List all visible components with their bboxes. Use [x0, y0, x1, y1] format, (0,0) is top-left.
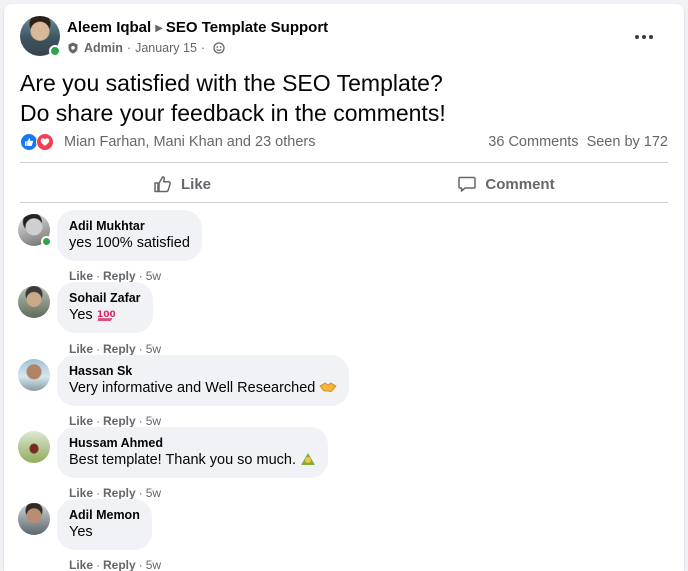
comment-like-link[interactable]: Like — [69, 558, 93, 571]
like-button-label: Like — [180, 175, 211, 193]
comment-bubble: Hassan Sk Very informative and Well Rese… — [57, 355, 350, 406]
author-role: Admin — [84, 41, 123, 55]
comment-like-link[interactable]: Like — [69, 486, 93, 500]
post-title-line: Aleem Iqbal ▶ SEO Template Support — [67, 19, 328, 36]
caret-right-icon: ▶ — [155, 23, 163, 34]
commenter-avatar[interactable] — [18, 359, 50, 391]
comment-actions: Like · Reply · 5w — [69, 269, 162, 283]
handshake-emoji — [319, 382, 337, 393]
comment-actions: Like · Reply · 5w — [69, 342, 162, 356]
commenter-avatar[interactable] — [18, 431, 50, 463]
commenter-name[interactable]: Hassan Sk — [69, 363, 337, 379]
commenter-name[interactable]: Adil Memon — [69, 507, 140, 523]
reactors-text[interactable]: Mian Farhan, Mani Khan and 23 others — [64, 134, 315, 150]
comment-text: Yes 100 — [69, 307, 115, 323]
comment-actions: Like · Reply · 5w — [69, 558, 162, 571]
commenter-name[interactable]: Hussam Ahmed — [69, 435, 316, 451]
online-status-icon — [41, 236, 52, 247]
comment-bubble: Hussam Ahmed Best template! Thank you so… — [57, 427, 329, 478]
love-reaction-icon — [36, 133, 54, 151]
comment-text: Very informative and Well Researched — [69, 379, 337, 398]
post-header: Aleem Iqbal ▶ SEO Template Support Admin ·… — [20, 16, 668, 58]
comment-time[interactable]: 5w — [146, 558, 161, 571]
comment-actions: Like · Reply · 5w — [69, 486, 162, 500]
comment-bubble: Adil Memon Yes — [57, 499, 152, 550]
like-button[interactable]: Like — [20, 164, 344, 204]
commenter-avatar[interactable] — [18, 214, 52, 247]
comment-reply-link[interactable]: Reply — [103, 342, 136, 356]
post-message-line: Are you satisfied with the SEO Template? — [20, 70, 443, 96]
commenter-avatar[interactable] — [18, 503, 50, 535]
post-message: Are you satisfied with the SEO Template?… — [20, 68, 660, 128]
reaction-icons[interactable] — [20, 133, 60, 151]
comment-reply-link[interactable]: Reply — [103, 558, 136, 571]
comment-reply-link[interactable]: Reply — [103, 414, 136, 428]
comment-like-link[interactable]: Like — [69, 342, 93, 356]
comment-time[interactable]: 5w — [146, 414, 161, 428]
commenter-name[interactable]: Adil Mukhtar — [69, 218, 190, 234]
hugging-emoji — [301, 453, 316, 465]
meta-separator: · — [200, 41, 206, 55]
divider — [20, 202, 668, 203]
comment-actions: Like · Reply · 5w — [69, 414, 162, 428]
comment-text: Best template! Thank you so much. — [69, 451, 316, 470]
divider — [20, 162, 668, 163]
reactions-summary: Mian Farhan, Mani Khan and 23 others 36 … — [20, 131, 668, 153]
comment-bubble: Adil Mukhtar yes 100% satisfied — [57, 210, 202, 261]
comment-bubble: Sohail Zafar Yes 100 — [57, 282, 153, 333]
comment-button-label: Comment — [485, 175, 555, 193]
comment-button[interactable]: Comment — [344, 164, 668, 204]
privacy-group-icon[interactable] — [213, 42, 225, 54]
post-card: Aleem Iqbal ▶ SEO Template Support Admin ·… — [4, 4, 684, 571]
hundred-points-emoji: 100 — [97, 310, 115, 321]
group-name[interactable]: SEO Template Support — [166, 19, 328, 36]
comment-time[interactable]: 5w — [146, 269, 161, 283]
comment-reply-link[interactable]: Reply — [103, 269, 136, 283]
comment-like-link[interactable]: Like — [69, 269, 93, 283]
like-icon — [154, 176, 171, 193]
post-date[interactable]: January 15 — [135, 41, 197, 55]
comment-text: Yes — [69, 524, 93, 540]
meta-separator: · — [126, 41, 132, 55]
commenter-avatar[interactable] — [18, 286, 50, 318]
comment-time[interactable]: 5w — [146, 486, 161, 500]
commenter-name[interactable]: Sohail Zafar — [69, 290, 141, 306]
post-message-line: Do share your feedback in the comments! — [20, 100, 446, 126]
comment-like-link[interactable]: Like — [69, 414, 93, 428]
online-status-icon — [49, 45, 61, 57]
comments-count[interactable]: 36 Comments — [488, 134, 578, 150]
comment-text: yes 100% satisfied — [69, 235, 190, 251]
seen-by-count[interactable]: Seen by 172 — [587, 134, 668, 150]
more-options-icon[interactable] — [630, 26, 658, 48]
author-avatar[interactable] — [20, 16, 61, 57]
comment-reply-link[interactable]: Reply — [103, 486, 136, 500]
post-stats: 36 Comments Seen by 172 — [488, 134, 668, 150]
admin-badge-icon — [68, 42, 78, 54]
author-name[interactable]: Aleem Iqbal — [67, 19, 151, 36]
post-actions: Like Comment — [20, 164, 668, 204]
comment-icon — [458, 176, 477, 192]
post-meta: Admin · January 15 · — [67, 41, 225, 55]
comment-time[interactable]: 5w — [146, 342, 161, 356]
